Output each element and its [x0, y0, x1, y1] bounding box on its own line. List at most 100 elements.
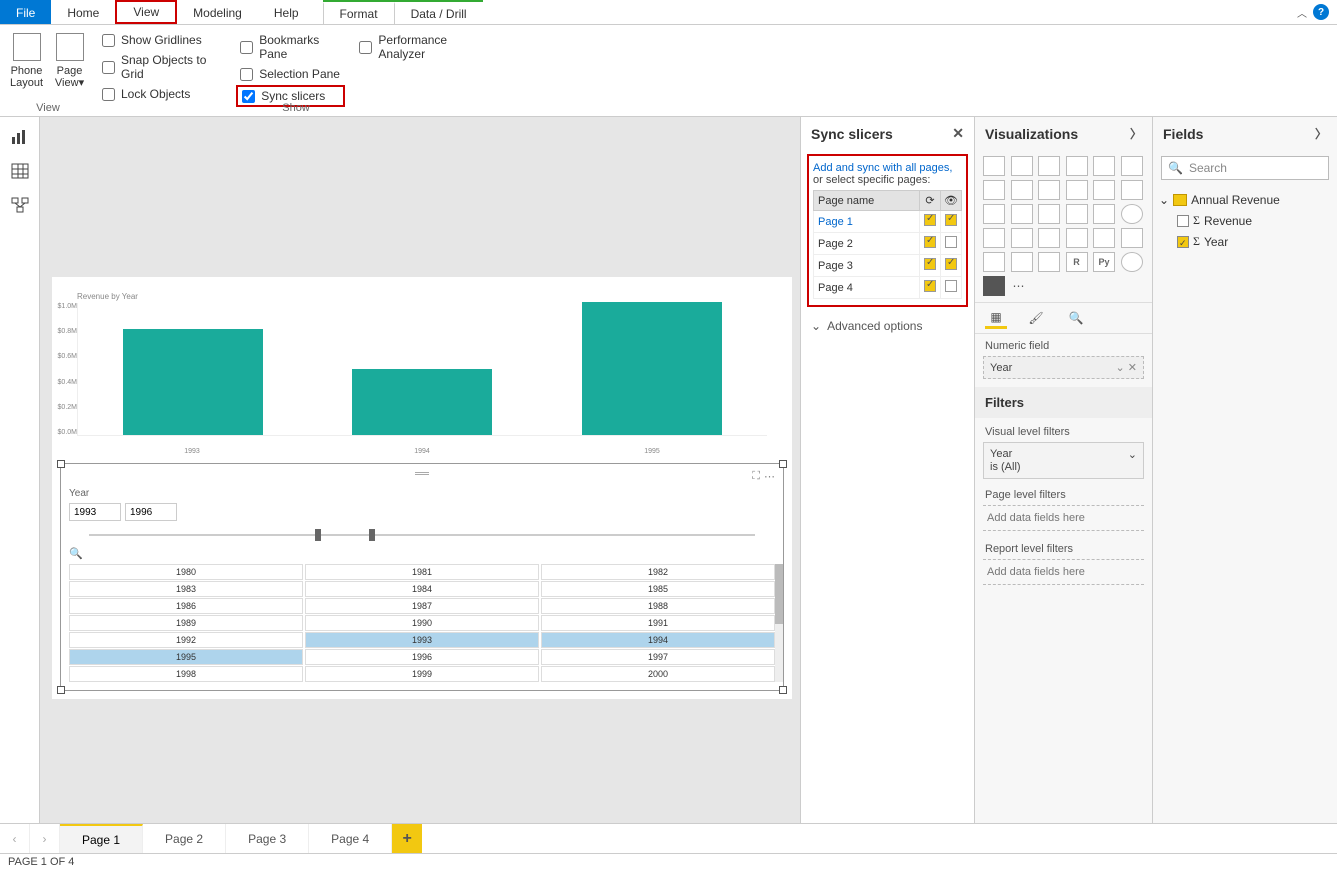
data-view-icon[interactable]: [11, 163, 29, 179]
viz-100-stacked-bar-icon[interactable]: [1093, 156, 1115, 176]
visible-checkbox[interactable]: [945, 236, 957, 248]
viz-scatter-icon[interactable]: [1038, 204, 1060, 224]
year-cell[interactable]: 1981: [305, 564, 539, 580]
page-tab-1[interactable]: Page 1: [60, 824, 143, 853]
year-filter-card[interactable]: Year⌄ is (All): [983, 442, 1144, 479]
menu-home[interactable]: Home: [51, 0, 115, 24]
viz-stacked-column-icon[interactable]: [1011, 156, 1033, 176]
year-slicer-visual[interactable]: ⛶ ⋯ Year 🔍 19801981198219831984198519861…: [60, 463, 784, 691]
viz-area-icon[interactable]: [1011, 180, 1033, 200]
year-cell[interactable]: 2000: [541, 666, 775, 682]
field-dropdown-icon[interactable]: ⌄ ✕: [1116, 361, 1138, 374]
menu-help[interactable]: Help: [258, 0, 315, 24]
visible-checkbox[interactable]: [945, 280, 957, 292]
report-canvas[interactable]: Revenue by Year $1.0M$0.8M$0.6M$0.4M$0.2…: [40, 117, 800, 823]
more-options-icon[interactable]: ⋯: [764, 470, 775, 483]
slicer-search-icon[interactable]: 🔍: [69, 547, 775, 560]
phone-layout-button[interactable]: Phone Layout: [6, 29, 47, 89]
year-cell[interactable]: 1990: [305, 615, 539, 631]
sync-page-name[interactable]: Page 4: [814, 277, 920, 299]
report-filters-drop[interactable]: Add data fields here: [983, 559, 1144, 585]
menu-modeling[interactable]: Modeling: [177, 0, 258, 24]
chk-selection-pane[interactable]: Selection Pane: [240, 67, 345, 81]
viz-map-icon[interactable]: [1121, 204, 1143, 224]
viz-card-icon[interactable]: [1066, 228, 1088, 248]
year-cell[interactable]: 1983: [69, 581, 303, 597]
viz-arcgis-icon[interactable]: [1121, 252, 1143, 272]
resize-handle[interactable]: [57, 686, 65, 694]
year-cell[interactable]: 1989: [69, 615, 303, 631]
menu-view[interactable]: View: [115, 0, 177, 24]
fields-search-input[interactable]: 🔍 Search: [1161, 156, 1329, 180]
viz-custom-icon[interactable]: [983, 276, 1005, 296]
year-cell[interactable]: 1987: [305, 598, 539, 614]
fields-tab-icon[interactable]: ▦: [985, 307, 1007, 329]
viz-ribbon-icon[interactable]: [1121, 180, 1143, 200]
viz-stacked-bar-icon[interactable]: [983, 156, 1005, 176]
viz-funnel-icon[interactable]: [1011, 204, 1033, 224]
model-view-icon[interactable]: [11, 197, 29, 213]
viz-multi-row-card-icon[interactable]: [1093, 228, 1115, 248]
field-checkbox[interactable]: [1177, 215, 1189, 227]
analytics-tab-icon[interactable]: 🔍: [1065, 307, 1087, 329]
collapse-pane-icon[interactable]: 〉: [1315, 125, 1327, 142]
range-handle-from[interactable]: [315, 529, 321, 541]
page-view-button[interactable]: Page View▾: [49, 29, 90, 89]
page-prev-button[interactable]: ‹: [0, 824, 30, 853]
chk-snap-objects[interactable]: Snap Objects to Grid: [102, 53, 226, 81]
viz-kpi-icon[interactable]: [1121, 228, 1143, 248]
viz-table-icon[interactable]: [1011, 252, 1033, 272]
year-cell[interactable]: 1986: [69, 598, 303, 614]
menu-data-drill[interactable]: Data / Drill: [394, 2, 483, 24]
page-tab-3[interactable]: Page 3: [226, 824, 309, 853]
viz-clustered-column-icon[interactable]: [1066, 156, 1088, 176]
year-cell[interactable]: 1980: [69, 564, 303, 580]
chk-lock-objects[interactable]: Lock Objects: [102, 87, 226, 101]
viz-gauge-icon[interactable]: [1038, 228, 1060, 248]
viz-filled-map-icon[interactable]: [983, 228, 1005, 248]
chevron-down-icon[interactable]: ⌄: [1128, 448, 1137, 461]
viz-line-icon[interactable]: [983, 180, 1005, 200]
page-filters-drop[interactable]: Add data fields here: [983, 505, 1144, 531]
sync-page-name[interactable]: Page 2: [814, 233, 920, 255]
resize-handle[interactable]: [57, 460, 65, 468]
chk-performance-analyzer[interactable]: Performance Analyzer: [359, 33, 490, 61]
viz-pie-icon[interactable]: [1066, 204, 1088, 224]
sync-page-name[interactable]: Page 1: [814, 211, 920, 233]
close-icon[interactable]: ✕: [952, 125, 964, 142]
menu-file[interactable]: File: [0, 0, 51, 24]
sync-page-name[interactable]: Page 3: [814, 255, 920, 277]
chart-bar[interactable]: [352, 369, 492, 436]
year-cell[interactable]: 1998: [69, 666, 303, 682]
report-view-icon[interactable]: [11, 129, 29, 145]
collapse-pane-icon[interactable]: 〉: [1130, 125, 1142, 142]
focus-mode-icon[interactable]: ⛶: [752, 470, 760, 483]
year-cell[interactable]: 1995: [69, 649, 303, 665]
slicer-to-input[interactable]: [125, 503, 177, 521]
viz-clustered-bar-icon[interactable]: [1038, 156, 1060, 176]
viz-stacked-area-icon[interactable]: [1038, 180, 1060, 200]
chk-show-gridlines[interactable]: Show Gridlines: [102, 33, 226, 47]
visible-checkbox[interactable]: [945, 214, 957, 226]
slicer-scroll-thumb[interactable]: [775, 564, 783, 624]
year-cell[interactable]: 1988: [541, 598, 775, 614]
menu-format[interactable]: Format: [323, 2, 394, 24]
field-year[interactable]: ΣYear: [1159, 231, 1331, 252]
chk-bookmarks-pane[interactable]: Bookmarks Pane: [240, 33, 345, 61]
viz-treemap-icon[interactable]: [1011, 228, 1033, 248]
page-tab-4[interactable]: Page 4: [309, 824, 392, 853]
chart-bar[interactable]: [582, 302, 722, 435]
sync-checkbox[interactable]: [924, 236, 936, 248]
year-cell[interactable]: 1984: [305, 581, 539, 597]
year-cell[interactable]: 1985: [541, 581, 775, 597]
chart-bar[interactable]: [123, 329, 263, 435]
field-revenue[interactable]: ΣRevenue: [1159, 210, 1331, 231]
sync-all-pages-link[interactable]: Add and sync with all pages,: [813, 162, 952, 174]
sync-checkbox[interactable]: [924, 280, 936, 292]
resize-handle[interactable]: [779, 686, 787, 694]
viz-r-script-icon[interactable]: R: [1066, 252, 1088, 272]
viz-waterfall-icon[interactable]: [983, 204, 1005, 224]
range-handle-to[interactable]: [369, 529, 375, 541]
add-page-button[interactable]: +: [392, 824, 422, 853]
year-cell[interactable]: 1982: [541, 564, 775, 580]
